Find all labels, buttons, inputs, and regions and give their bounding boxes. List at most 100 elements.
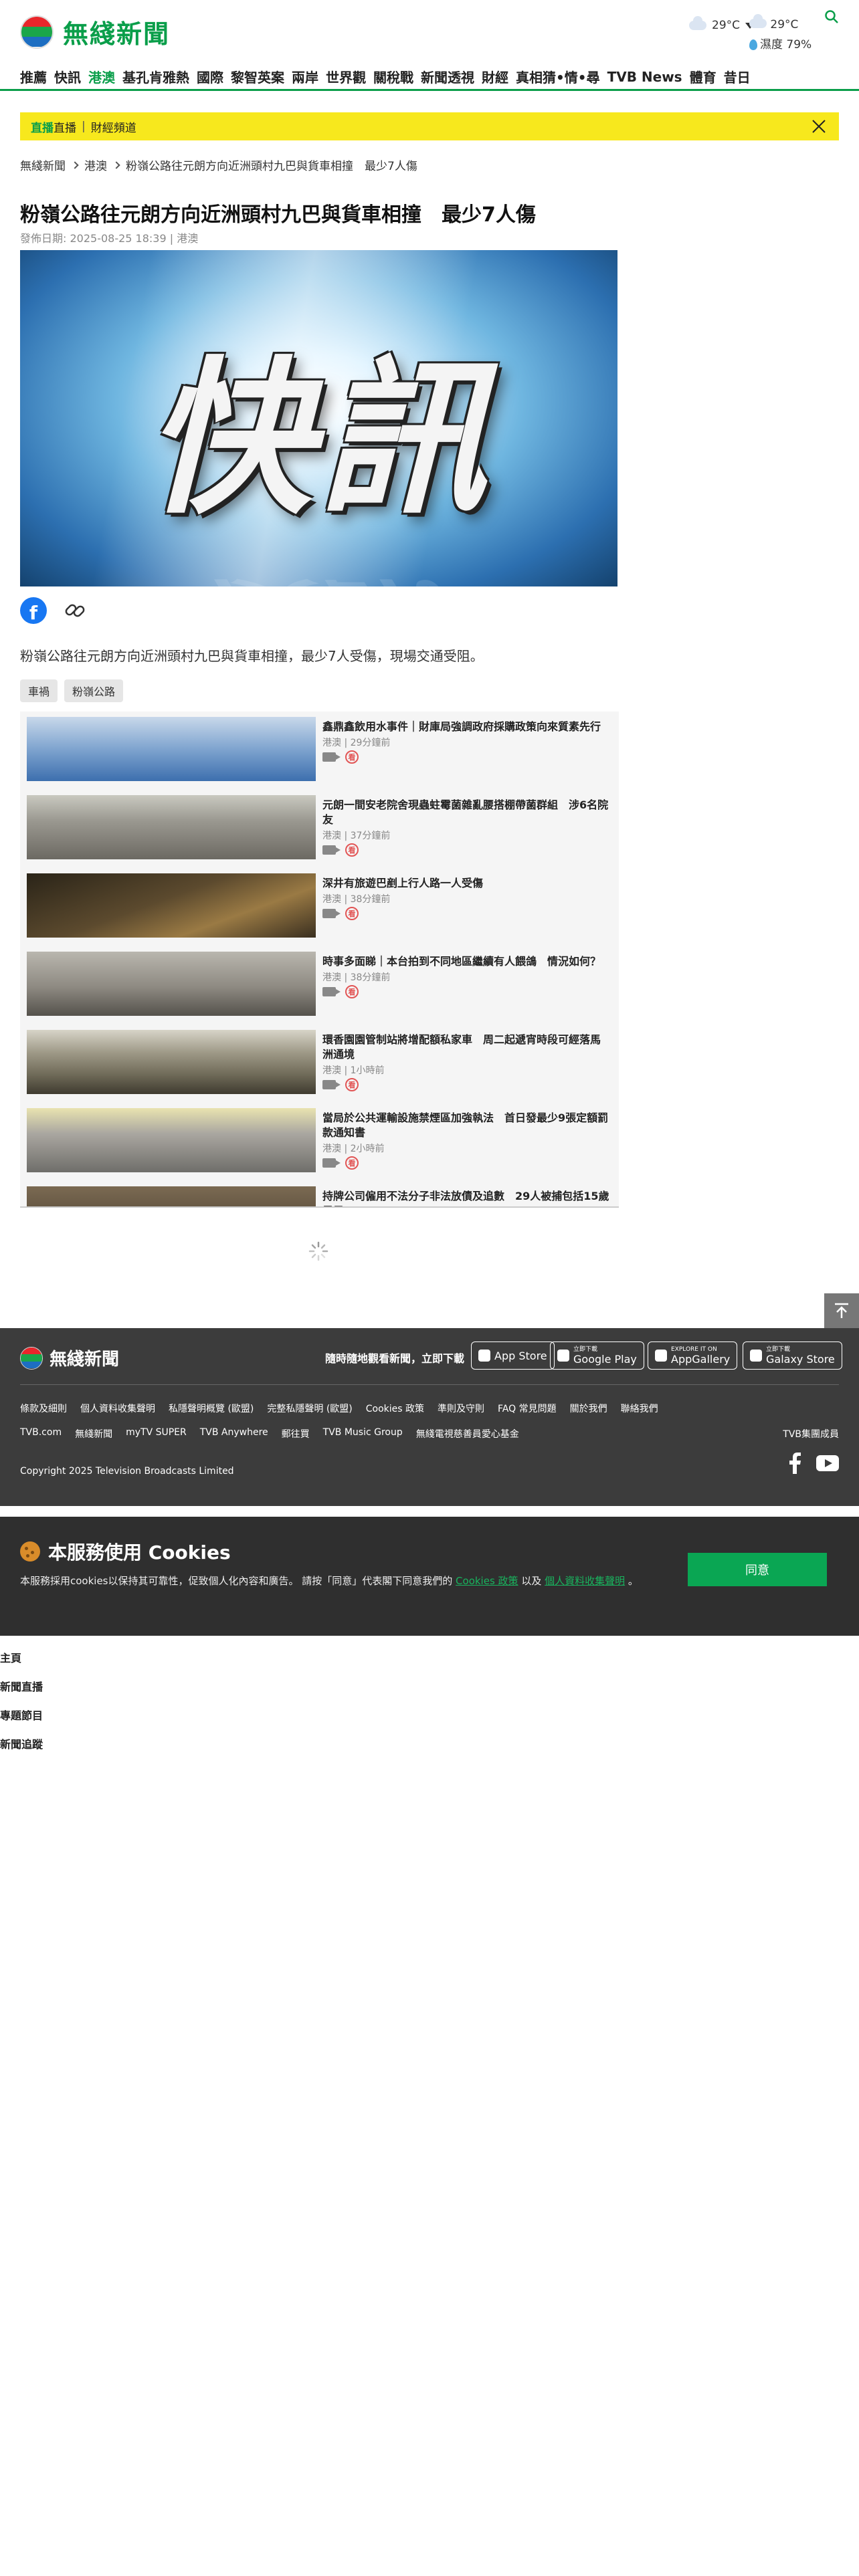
tag[interactable]: 粉嶺公路 <box>64 679 124 702</box>
site-footer: 無綫新聞 隨時隨地觀看新聞，立即下載 App Store 立即下載 Google … <box>0 1328 859 1506</box>
footer-link[interactable]: 個人資料收集聲明 <box>80 1402 155 1415</box>
huawei-icon <box>655 1350 667 1362</box>
nav-item-9[interactable]: 新聞透視 <box>421 67 474 86</box>
side-menu-item[interactable]: 新聞追蹤 <box>0 1735 43 1764</box>
side-menu-item[interactable]: 專題節目 <box>0 1707 43 1735</box>
footer-link[interactable]: 準則及守則 <box>438 1402 484 1415</box>
app-gallery-button[interactable]: EXPLORE IT ON AppGallery <box>648 1341 738 1370</box>
tag-list: 車禍 粉嶺公路 <box>20 679 124 702</box>
news-indicators: 看 <box>322 1156 359 1170</box>
news-title[interactable]: 環香園園管制站將增配額私家車 周二起遞宵時段可經落馬洲通境 <box>322 1033 610 1062</box>
news-thumbnail[interactable] <box>27 1186 316 1206</box>
news-thumbnail[interactable] <box>27 717 316 781</box>
list-item[interactable]: 元朗一間安老院舍現蟲蛀霉菌雜亂腰搭棚帶菌群組 涉6名院友 港澳 | 37分鐘前看 <box>27 795 612 859</box>
footer-link[interactable]: 無綫電視慈善員愛心基金 <box>416 1427 519 1440</box>
nav-item-14[interactable]: 昔日 <box>724 67 751 86</box>
nav-item-8[interactable]: 關稅戰 <box>373 67 413 86</box>
store-caption: EXPLORE IT ON <box>671 1346 717 1353</box>
breadcrumb-home[interactable]: 無綫新聞 <box>20 156 66 173</box>
news-title[interactable]: 元朗一間安老院舍現蟲蛀霉菌雜亂腰搭棚帶菌群組 涉6名院友 <box>322 798 610 827</box>
footer-link[interactable]: 關於我們 <box>570 1402 607 1415</box>
video-icon <box>322 752 341 762</box>
facebook-icon[interactable] <box>788 1453 801 1474</box>
list-item[interactable]: 當局於公共運輸設施禁煙區加強執法 首日發最少9張定額罰款通知書 港澳 | 2小時前… <box>27 1108 612 1172</box>
list-item[interactable]: 時事多面睇｜本台拍到不同地區繼續有人餵鴿 情況如何？ 港澳 | 38分鐘前看 <box>27 952 612 1016</box>
list-item[interactable]: 環香園園管制站將增配額私家車 周二起遞宵時段可經落馬洲通境 港澳 | 1小時前看 <box>27 1030 612 1094</box>
store-name: Google Play <box>573 1352 637 1366</box>
nav-item-12[interactable]: TVB News <box>607 69 682 85</box>
side-menu-item[interactable]: 新聞直播 <box>0 1678 43 1707</box>
list-item[interactable]: 深井有旅遊巴剷上行人路一人受傷 港澳 | 38分鐘前看 <box>27 873 612 938</box>
nav-item-11[interactable]: 真相猜•情•尋 <box>516 67 600 86</box>
footer-link[interactable]: FAQ 常見問題 <box>498 1402 557 1415</box>
back-to-top-button[interactable] <box>824 1293 859 1328</box>
footer-link[interactable]: TVB Music Group <box>323 1427 403 1440</box>
news-thumbnail[interactable] <box>27 873 316 938</box>
copy-link-icon[interactable] <box>62 597 88 624</box>
site-logo[interactable]: 無綫新聞 <box>20 13 170 50</box>
facebook-share-icon[interactable]: f <box>20 597 47 624</box>
nav-item-4[interactable]: 國際 <box>197 67 223 86</box>
weather-detail: 29°C 濕度 79% <box>749 14 812 55</box>
nav-item-7[interactable]: 世界觀 <box>326 67 366 86</box>
news-thumbnail[interactable] <box>27 1030 316 1094</box>
news-title[interactable]: 時事多面睇｜本台拍到不同地區繼續有人餵鴿 情況如何？ <box>322 954 610 969</box>
read-badge-icon: 看 <box>345 985 359 998</box>
footer-link[interactable]: 私隱聲明概覽 (歐盟) <box>169 1402 254 1415</box>
news-title[interactable]: 深井有旅遊巴剷上行人路一人受傷 <box>322 876 610 891</box>
nav-item-2[interactable]: 港澳 <box>88 67 115 86</box>
news-title[interactable]: 鑫鼎鑫飲用水事件｜財庫局強調政府採購政策向來質素先行 <box>322 720 610 734</box>
google-play-button[interactable]: 立即下載 Google Play <box>550 1341 644 1370</box>
hero-text: 快訊 <box>145 342 493 536</box>
nav-item-10[interactable]: 財經 <box>482 67 508 86</box>
nav-item-5[interactable]: 黎智英案 <box>231 67 284 86</box>
list-item[interactable]: 持牌公司僱用不法分子非法放債及追數 29人被捕包括15歲男子港澳 | 2小時前看 <box>27 1186 612 1206</box>
divider: | <box>82 120 86 133</box>
app-store-button[interactable]: App Store <box>471 1341 555 1370</box>
weather-widget[interactable]: 29°C <box>689 16 755 32</box>
news-indicators: 看 <box>322 750 359 764</box>
store-name: AppGallery <box>671 1352 731 1366</box>
store-name: Galaxy Store <box>766 1352 835 1366</box>
nav-item-6[interactable]: 兩岸 <box>292 67 318 86</box>
footer-link[interactable]: TVB.com <box>20 1427 62 1440</box>
footer-link[interactable]: 無綫新聞 <box>75 1427 112 1440</box>
close-icon[interactable] <box>811 118 827 134</box>
logo-text: 無綫新聞 <box>63 19 171 49</box>
group-member-link[interactable]: TVB集團成員 <box>783 1427 839 1440</box>
search-icon[interactable] <box>824 9 839 24</box>
side-menu-item[interactable]: 主頁 <box>0 1649 43 1678</box>
nav-item-0[interactable]: 推薦 <box>20 67 47 86</box>
cookie-policy-link[interactable]: Cookies 政策 <box>456 1575 518 1587</box>
footer-link[interactable]: 條款及細則 <box>20 1402 67 1415</box>
news-thumbnail[interactable] <box>27 952 316 1016</box>
galaxy-store-button[interactable]: 立即下載 Galaxy Store <box>743 1341 842 1370</box>
live-link[interactable]: 直播 <box>31 118 54 135</box>
news-meta: 港澳 | 38分鐘前 <box>322 972 391 983</box>
footer-link[interactable]: 完整私隱聲明 (歐盟) <box>267 1402 352 1415</box>
footer-link[interactable]: 郵往買 <box>282 1427 310 1440</box>
news-thumbnail[interactable] <box>27 795 316 859</box>
tag[interactable]: 車禍 <box>20 679 58 702</box>
main-nav: 推薦 快訊 港澳 基孔肯雅熱 國際 黎智英案 兩岸 世界觀 關稅戰 新聞透視 財經 真相猜•情•尋 TV… <box>0 64 859 91</box>
nav-item-3[interactable]: 基孔肯雅熱 <box>122 67 189 86</box>
agree-button[interactable]: 同意 <box>688 1553 827 1586</box>
news-thumbnail[interactable] <box>27 1108 316 1172</box>
privacy-statement-link[interactable]: 個人資料收集聲明 <box>545 1575 625 1587</box>
cookie-icon <box>20 1541 40 1562</box>
copyright: Copyright 2025 Television Broadcasts Lim… <box>20 1466 234 1477</box>
news-title[interactable]: 持牌公司僱用不法分子非法放債及追數 29人被捕包括15歲男子 <box>322 1189 610 1206</box>
news-title[interactable]: 當局於公共運輸設施禁煙區加強執法 首日發最少9張定額罰款通知書 <box>322 1111 610 1140</box>
footer-link[interactable]: Cookies 政策 <box>366 1402 424 1415</box>
footer-link[interactable]: TVB Anywhere <box>200 1427 268 1440</box>
cookie-title-text: 本服務使用 Cookies <box>48 1541 231 1564</box>
footer-logo[interactable]: 無綫新聞 <box>20 1346 119 1370</box>
footer-link[interactable]: myTV SUPER <box>126 1427 187 1440</box>
footer-link[interactable]: 聯絡我們 <box>621 1402 658 1415</box>
nav-item-1[interactable]: 快訊 <box>54 67 81 86</box>
nav-item-13[interactable]: 體育 <box>690 67 717 86</box>
finance-channel-link[interactable]: 財經頻道 <box>91 118 136 135</box>
youtube-icon[interactable] <box>816 1455 839 1471</box>
list-item[interactable]: 鑫鼎鑫飲用水事件｜財庫局強調政府採購政策向來質素先行 港澳 | 29分鐘前看 <box>27 717 612 781</box>
breadcrumb-section[interactable]: 港澳 <box>84 156 107 173</box>
